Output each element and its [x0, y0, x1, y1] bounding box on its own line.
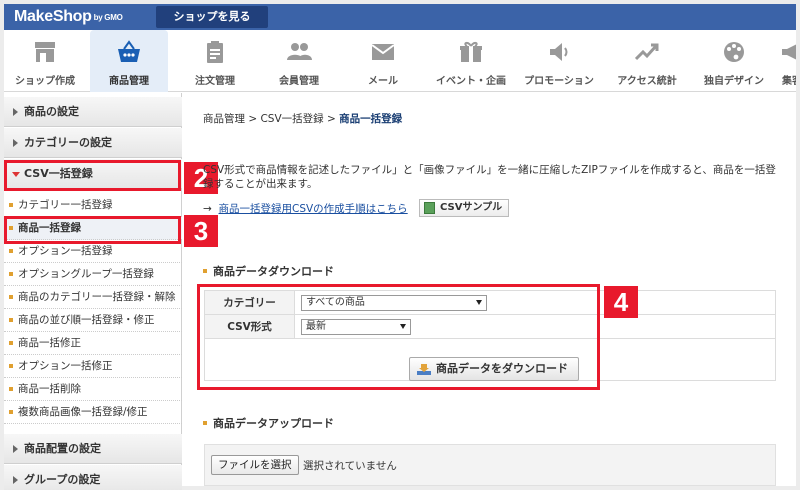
csv-guide-link-row: → 商品一括登録用CSVの作成手順はこちら: [203, 203, 408, 215]
caret-right-icon: [13, 108, 18, 116]
top-bar: MakeShop by GMO ショップを見る: [4, 4, 796, 30]
bullet-icon: [9, 387, 13, 391]
highlight-box-product-bulk: [4, 216, 181, 244]
nav-custom-design[interactable]: 独自デザイン: [694, 30, 774, 92]
sidebar-section-product-settings[interactable]: 商品の設定: [4, 97, 182, 127]
sidebar-item-multi-image-bulk[interactable]: 複数商品画像一括登録/修正: [4, 401, 182, 424]
caret-right-icon: [13, 445, 18, 453]
page-description: CSV形式で商品情報を記述したファイル」と「画像ファイル」を一緒に圧縮したZIP…: [203, 164, 776, 190]
mail-icon: [371, 44, 395, 60]
sidebar-section-group-settings[interactable]: グループの設定: [4, 465, 182, 490]
caret-right-icon: [13, 139, 18, 147]
file-status-text: 選択されていません: [303, 460, 397, 472]
gift-icon: [460, 41, 482, 62]
sidebar-item-category-bulk[interactable]: カテゴリー一括登録: [4, 194, 182, 217]
sidebar: 商品の設定 カテゴリーの設定 CSV一括登録 カテゴリー一括登録 商品一括登録 …: [4, 93, 182, 490]
trend-icon: [634, 43, 659, 61]
sidebar-item-option-bulk-edit[interactable]: オプション一括修正: [4, 355, 182, 378]
sidebar-item-option-group-bulk[interactable]: オプショングループ一括登録: [4, 263, 182, 286]
upload-area: ファイルを選択 選択されていません: [204, 444, 776, 486]
sidebar-item-product-bulk-edit[interactable]: 商品一括修正: [4, 332, 182, 355]
bullet-icon: [9, 295, 13, 299]
bullet-icon: [9, 203, 13, 207]
speaker-icon: [550, 43, 568, 61]
main-nav: ショップ作成 商品管理 注文管理 会員管理 メール イベント・企画 プロモーショ…: [4, 30, 796, 92]
sidebar-item-product-category-bulk[interactable]: 商品のカテゴリー一括登録・解除: [4, 286, 182, 309]
nav-access-stats[interactable]: アクセス統計: [604, 30, 690, 92]
sidebar-item-product-order-bulk[interactable]: 商品の並び順一括登録・修正: [4, 309, 182, 332]
caret-right-icon: [13, 476, 18, 484]
nav-attract-customers[interactable]: 集客: [776, 30, 796, 92]
csv-guide-link[interactable]: 商品一括登録用CSVの作成手順はこちら: [219, 203, 408, 215]
basket-icon: [118, 40, 140, 62]
sidebar-section-category-settings[interactable]: カテゴリーの設定: [4, 128, 182, 158]
spreadsheet-file-icon: [424, 202, 435, 214]
download-section-heading: 商品データダウンロード: [203, 263, 334, 279]
nav-shop-create[interactable]: ショップ作成: [4, 30, 86, 92]
megaphone-icon: [782, 44, 796, 60]
step-badge-4: 4: [604, 286, 638, 318]
csv-sample-button[interactable]: CSVサンプル: [419, 199, 510, 217]
nav-event-planning[interactable]: イベント・企画: [428, 30, 514, 92]
users-icon: [287, 43, 312, 60]
bullet-icon: [203, 269, 207, 273]
nav-mail[interactable]: メール: [344, 30, 422, 92]
bullet-icon: [9, 249, 13, 253]
store-icon: [35, 42, 55, 62]
view-shop-button[interactable]: ショップを見る: [156, 6, 268, 28]
nav-order-management[interactable]: 注文管理: [176, 30, 254, 92]
nav-product-management[interactable]: 商品管理: [90, 30, 168, 92]
bullet-icon: [9, 318, 13, 322]
highlight-box-download-form: [197, 284, 600, 390]
highlight-box-csv-section: [4, 160, 181, 191]
breadcrumb: 商品管理 > CSV一括登録 > 商品一括登録: [203, 113, 403, 125]
upload-section-heading: 商品データアップロード: [203, 415, 334, 431]
nav-member-management[interactable]: 会員管理: [260, 30, 338, 92]
bullet-icon: [9, 410, 13, 414]
sidebar-item-product-bulk-delete[interactable]: 商品一括削除: [4, 378, 182, 401]
sidebar-section-product-placement[interactable]: 商品配置の設定: [4, 434, 182, 464]
bullet-icon: [9, 272, 13, 276]
clipboard-icon: [207, 41, 223, 63]
bullet-icon: [9, 341, 13, 345]
nav-promotion[interactable]: プロモーション: [516, 30, 602, 92]
choose-file-button[interactable]: ファイルを選択: [211, 455, 299, 475]
makeshop-logo[interactable]: MakeShop by GMO: [14, 8, 123, 26]
bullet-icon: [203, 421, 207, 425]
palette-icon: [724, 42, 744, 62]
bullet-icon: [9, 364, 13, 368]
